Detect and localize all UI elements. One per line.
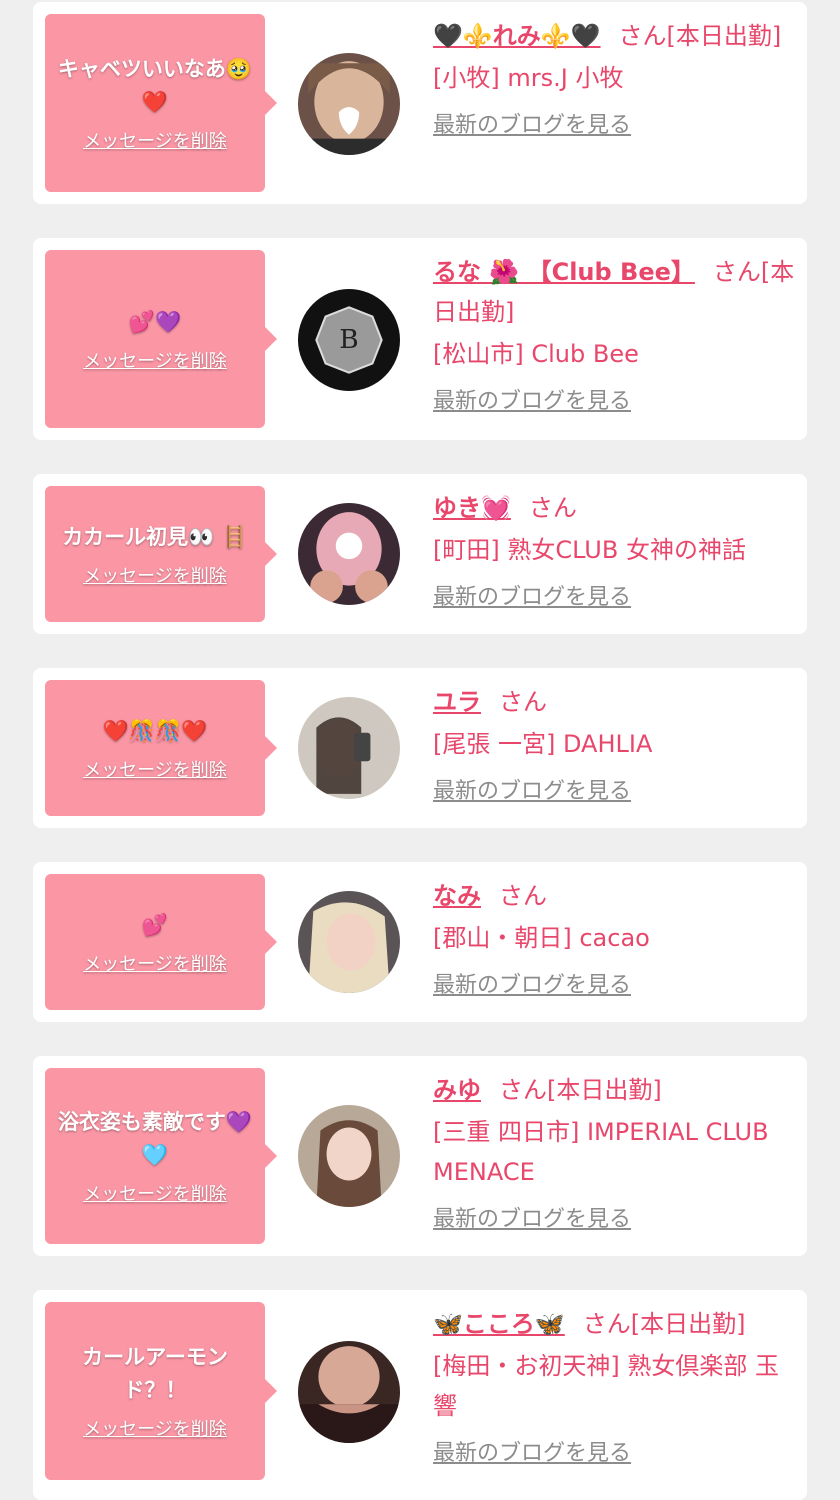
message-text: カールアーモンド？！	[82, 1345, 228, 1402]
shop-name: [尾張 一宮] DAHLIA	[433, 730, 653, 758]
message-text: 💕	[141, 912, 169, 937]
delete-message-link[interactable]: メッセージを削除	[83, 127, 227, 153]
avatar[interactable]: B	[298, 289, 400, 391]
list-item: キャベツいいなあ🥹❤️ メッセージを削除 🖤⚜️れみ⚜️🖤 さん[本日出勤] [小…	[33, 2, 807, 204]
message-bubble: ❤️🎊🎊❤️ メッセージを削除	[45, 680, 277, 816]
list-item: カールアーモンド？！ メッセージを削除 🦋こころ🦋 さん[本日出勤] [梅田・お初…	[33, 1290, 807, 1500]
item-info: 🖤⚜️れみ⚜️🖤 さん[本日出勤] [小牧] mrs.J 小牧 最新のブログを見る	[433, 16, 795, 142]
delete-message-link[interactable]: メッセージを削除	[83, 562, 227, 588]
delete-message-link[interactable]: メッセージを削除	[83, 1415, 227, 1441]
name-suffix: さん	[528, 494, 577, 522]
message-bubble: 浴衣姿も素敵です💜🩵 メッセージを削除	[45, 1068, 277, 1244]
message-text: カカール初見👀 🪜	[62, 524, 248, 549]
avatar[interactable]	[298, 503, 400, 605]
cast-name-link[interactable]: 🖤⚜️れみ⚜️🖤	[433, 22, 601, 50]
delete-message-link[interactable]: メッセージを削除	[83, 950, 227, 976]
message-bubble: 💕 メッセージを削除	[45, 874, 277, 1010]
avatar[interactable]	[298, 1105, 400, 1207]
item-info: ユラ さん [尾張 一宮] DAHLIA 最新のブログを見る	[433, 682, 795, 808]
message-bubble: カールアーモンド？！ メッセージを削除	[45, 1302, 277, 1480]
latest-blog-link[interactable]: 最新のブログを見る	[433, 582, 631, 614]
list-item: 浴衣姿も素敵です💜🩵 メッセージを削除 みゆ さん[本日出勤] [三重 四日市] …	[33, 1056, 807, 1256]
shop-name: [松山市] Club Bee	[433, 340, 639, 368]
avatar[interactable]	[298, 53, 400, 155]
item-info: みゆ さん[本日出勤] [三重 四日市] IMPERIAL CLUB MENACE…	[433, 1070, 795, 1236]
item-info: るな 🌺 【Club Bee】 さん[本日出勤] [松山市] Club Bee 最…	[433, 252, 795, 418]
list-item: ❤️🎊🎊❤️ メッセージを削除 ユラ さん [尾張 一宮] DAHLIA 最新のブ…	[33, 668, 807, 828]
svg-text:B: B	[339, 324, 359, 355]
latest-blog-link[interactable]: 最新のブログを見る	[433, 1204, 631, 1236]
item-info: ゆき💓 さん [町田] 熟女CLUB 女神の神話 最新のブログを見る	[433, 488, 795, 614]
list-item: 💕 メッセージを削除 なみ さん [郡山・朝日] cacao 最新のブログを見る	[33, 862, 807, 1022]
message-text: 浴衣姿も素敵です💜🩵	[57, 1110, 253, 1167]
latest-blog-link[interactable]: 最新のブログを見る	[433, 970, 631, 1002]
latest-blog-link[interactable]: 最新のブログを見る	[433, 1438, 631, 1470]
latest-blog-link[interactable]: 最新のブログを見る	[433, 386, 631, 418]
list-item: 💕💜 メッセージを削除 B るな 🌺 【Club Bee】 さん[本日出勤] [松…	[33, 238, 807, 440]
delete-message-link[interactable]: メッセージを削除	[83, 347, 227, 373]
shop-logo-icon: B	[298, 289, 400, 391]
cast-name-link[interactable]: ゆき💓	[433, 494, 511, 522]
cast-name-link[interactable]: みゆ	[433, 1076, 481, 1104]
shop-name: [町田] 熟女CLUB 女神の神話	[433, 536, 746, 564]
avatar-photo-icon	[298, 53, 400, 155]
delete-message-link[interactable]: メッセージを削除	[83, 756, 227, 782]
cast-name-link[interactable]: るな 🌺 【Club Bee】	[433, 258, 695, 286]
latest-blog-link[interactable]: 最新のブログを見る	[433, 776, 631, 808]
avatar-photo-icon	[298, 697, 400, 799]
avatar[interactable]	[298, 891, 400, 993]
item-info: 🦋こころ🦋 さん[本日出勤] [梅田・お初天神] 熟女倶楽部 玉響 最新のブログを…	[433, 1304, 795, 1470]
name-suffix: さん	[499, 882, 547, 910]
cast-name-link[interactable]: なみ	[433, 882, 481, 910]
list-item: カカール初見👀 🪜 メッセージを削除 ゆき💓 さん [町田] 熟女CLUB 女神の…	[33, 474, 807, 634]
message-bubble: キャベツいいなあ🥹❤️ メッセージを削除	[45, 14, 277, 192]
delete-message-link[interactable]: メッセージを削除	[83, 1180, 227, 1206]
item-info: なみ さん [郡山・朝日] cacao 最新のブログを見る	[433, 876, 795, 1002]
avatar-photo-icon	[298, 891, 400, 993]
message-bubble: カカール初見👀 🪜 メッセージを削除	[45, 486, 277, 622]
shop-name: [小牧] mrs.J 小牧	[433, 64, 624, 92]
shop-name: [三重 四日市] IMPERIAL CLUB MENACE	[433, 1118, 769, 1186]
cast-name-link[interactable]: 🦋こころ🦋	[433, 1310, 565, 1338]
name-suffix: さん[本日出勤]	[499, 1076, 662, 1104]
message-bubble: 💕💜 メッセージを削除	[45, 250, 277, 428]
avatar[interactable]	[298, 1341, 400, 1443]
avatar-photo-icon	[298, 1105, 400, 1207]
shop-name: [梅田・お初天神] 熟女倶楽部 玉響	[433, 1352, 779, 1420]
message-text: ❤️🎊🎊❤️	[102, 718, 208, 743]
message-text: キャベツいいなあ🥹❤️	[57, 57, 253, 114]
avatar-photo-icon	[298, 503, 400, 605]
name-suffix: さん	[499, 688, 547, 716]
latest-blog-link[interactable]: 最新のブログを見る	[433, 110, 631, 142]
avatar[interactable]	[298, 697, 400, 799]
avatar-photo-icon	[298, 1341, 400, 1443]
cast-name-link[interactable]: ユラ	[433, 688, 481, 716]
name-suffix: さん[本日出勤]	[618, 22, 782, 50]
message-text: 💕💜	[128, 309, 182, 334]
name-suffix: さん[本日出勤]	[582, 1310, 746, 1338]
shop-name: [郡山・朝日] cacao	[433, 924, 650, 952]
